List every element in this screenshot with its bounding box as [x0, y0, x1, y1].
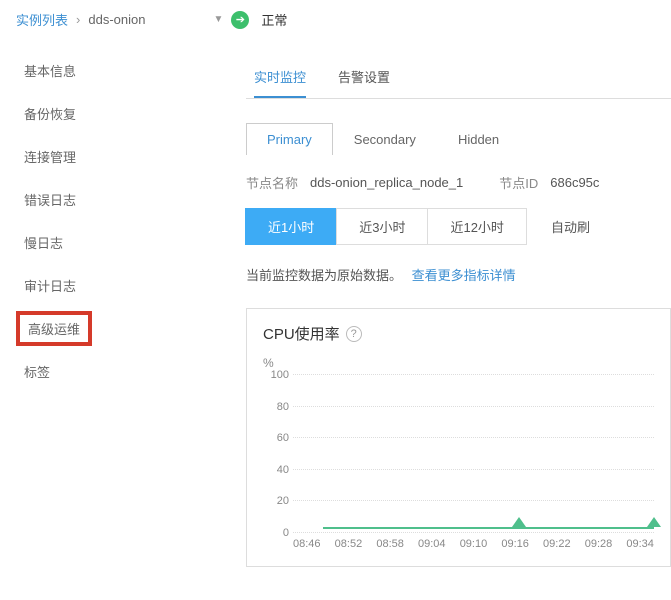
sidebar: 基本信息 备份恢复 连接管理 错误日志 慢日志 审计日志 高级运维 标签: [0, 39, 230, 599]
breadcrumb-instance: dds-onion: [88, 12, 145, 27]
xtick: 09:22: [543, 538, 571, 550]
gridline: 0: [293, 532, 654, 533]
chart-title: CPU使用率 ?: [263, 323, 654, 344]
xtick: 09:16: [501, 538, 529, 550]
ytick: 80: [265, 401, 289, 413]
ytick: 60: [265, 432, 289, 444]
tab-alarm[interactable]: 告警设置: [338, 59, 390, 98]
tab-secondary[interactable]: Secondary: [333, 123, 437, 155]
description: 当前监控数据为原始数据。 查看更多指标详情: [246, 265, 671, 284]
chart-card: CPU使用率 ? % 020406080100 08:4608:5208:580…: [246, 308, 671, 567]
xtick: 09:04: [418, 538, 446, 550]
node-info: 节点名称 dds-onion_replica_node_1 节点ID 686c9…: [246, 173, 671, 192]
time-12h[interactable]: 近12小时: [427, 208, 526, 245]
time-1h[interactable]: 近1小时: [245, 208, 337, 245]
sidebar-item-auditlog[interactable]: 审计日志: [0, 264, 230, 307]
sidebar-item-slowlog[interactable]: 慢日志: [0, 221, 230, 264]
chart-xticks: 08:46 08:52 08:58 09:04 09:10 09:16 09:22 09:28…: [293, 538, 654, 550]
more-metrics-link[interactable]: 查看更多指标详情: [412, 268, 516, 283]
chart-grid: 0 20 40 60 80 100: [293, 374, 654, 532]
xtick: 09:34: [626, 538, 654, 550]
caret-down-icon[interactable]: ▼: [213, 14, 223, 25]
node-tabs: Primary Secondary Hidden: [246, 123, 671, 155]
gridline: 60: [293, 437, 654, 438]
chart-marker: [647, 517, 661, 527]
sidebar-item-advanced[interactable]: 高级运维: [16, 311, 92, 346]
ytick: 0: [265, 527, 289, 539]
xtick: 09:28: [585, 538, 613, 550]
chart-ylabel: %: [263, 356, 274, 370]
tab-realtime[interactable]: 实时监控: [254, 59, 306, 98]
chart-area: % 0 20 40 60 80 100 08:46 08:52 08:58 09:04 09:10…: [263, 356, 654, 556]
sidebar-item-backup[interactable]: 备份恢复: [0, 92, 230, 135]
ytick: 40: [265, 464, 289, 476]
time-range: 近1小时 近3小时 近12小时 自动刷: [246, 208, 671, 245]
breadcrumb-separator: ›: [76, 12, 80, 27]
description-text: 当前监控数据为原始数据。: [246, 268, 402, 283]
chart-title-text: CPU使用率: [263, 323, 340, 344]
ytick: 20: [265, 495, 289, 507]
gridline: 40: [293, 469, 654, 470]
sidebar-item-errorlog[interactable]: 错误日志: [0, 178, 230, 221]
node-name-label: 节点名称: [246, 173, 298, 192]
main-tabs: 实时监控 告警设置: [246, 59, 671, 99]
chart-line: [323, 527, 654, 529]
gridline: 20: [293, 500, 654, 501]
breadcrumb: 实例列表 › dds-onion ▼ ➔ 正常: [0, 0, 671, 39]
sidebar-item-tags[interactable]: 标签: [0, 350, 230, 393]
main-panel: 实时监控 告警设置 Primary Secondary Hidden 节点名称 …: [230, 39, 671, 599]
xtick: 08:58: [376, 538, 404, 550]
node-name-value: dds-onion_replica_node_1: [310, 175, 463, 190]
gridline: 100: [293, 374, 654, 375]
chart-marker: [512, 517, 526, 527]
node-id-value: 686c95c: [550, 175, 599, 190]
xtick: 09:10: [460, 538, 488, 550]
ytick: 100: [265, 369, 289, 381]
help-icon[interactable]: ?: [346, 326, 362, 342]
tab-hidden[interactable]: Hidden: [437, 123, 520, 155]
auto-refresh-label: 自动刷: [551, 217, 590, 236]
xtick: 08:46: [293, 538, 321, 550]
time-3h[interactable]: 近3小时: [336, 208, 428, 245]
xtick: 08:52: [335, 538, 363, 550]
status-text: 正常: [261, 10, 287, 29]
gridline: 80: [293, 406, 654, 407]
status-arrow-icon: ➔: [231, 11, 249, 29]
sidebar-item-connection[interactable]: 连接管理: [0, 135, 230, 178]
sidebar-item-basic[interactable]: 基本信息: [0, 49, 230, 92]
node-id-label: 节点ID: [499, 173, 538, 192]
tab-primary[interactable]: Primary: [246, 123, 333, 155]
breadcrumb-list-link[interactable]: 实例列表: [16, 10, 68, 29]
